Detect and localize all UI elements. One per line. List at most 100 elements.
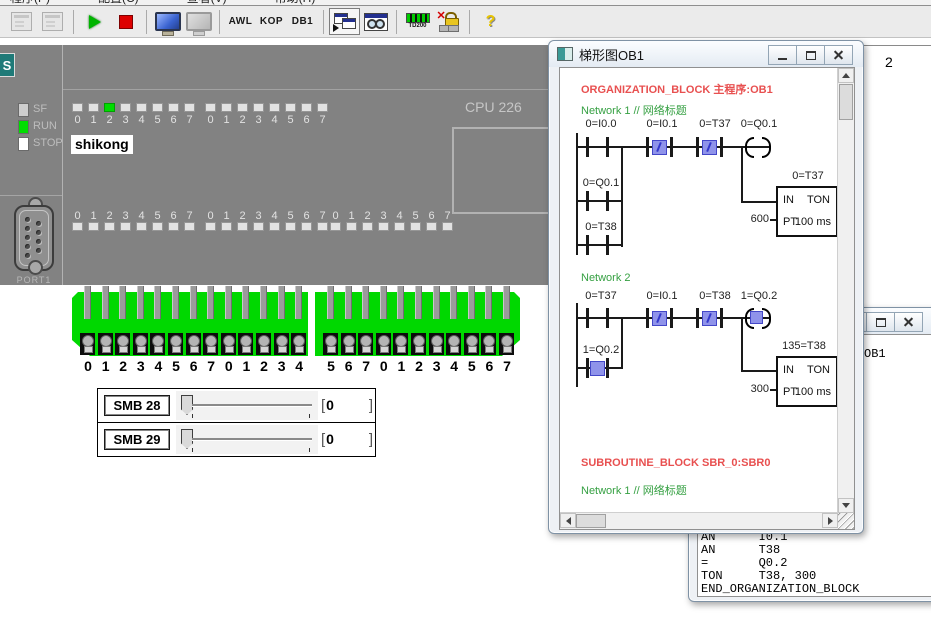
load-awl-button[interactable] (6, 8, 37, 35)
horizontal-scrollbar[interactable] (560, 512, 838, 529)
switch-lever[interactable] (433, 286, 440, 319)
smb29-slider[interactable] (176, 425, 318, 454)
help-button[interactable]: ? (475, 8, 506, 35)
maximize-button[interactable] (866, 312, 895, 332)
switch-lever[interactable] (225, 286, 232, 319)
input-switch[interactable]: 2 (411, 286, 427, 382)
switch-lever[interactable] (295, 286, 302, 319)
switch-lever[interactable] (102, 286, 109, 319)
toolbar-separator (219, 10, 220, 34)
led-numbers: 01234567 (72, 210, 202, 222)
smb-row: SMB 28 [ 0 ] (98, 389, 375, 422)
scroll-up-button[interactable] (838, 68, 854, 83)
terminal-lamp (221, 333, 236, 355)
slider-track[interactable] (192, 404, 312, 407)
scrollbar-thumb[interactable] (576, 514, 606, 528)
input-switch[interactable]: 3 (133, 286, 149, 382)
slider-track[interactable] (192, 438, 312, 441)
input-switch[interactable]: 4 (446, 286, 462, 382)
switch-lever[interactable] (84, 286, 91, 319)
input-switch[interactable]: 2 (256, 286, 272, 382)
io-led (378, 222, 389, 231)
input-switch[interactable]: 1 (238, 286, 254, 382)
input-switch[interactable]: 5 (168, 286, 184, 382)
lamp-base (137, 346, 146, 353)
switch-lever[interactable] (154, 286, 161, 319)
io-led-number: 5 (152, 210, 163, 222)
io-led-number: 4 (269, 210, 280, 222)
switch-lever[interactable] (278, 286, 285, 319)
switch-lever[interactable] (468, 286, 475, 319)
db1-view-button[interactable]: DB1 (287, 8, 318, 35)
input-switch[interactable]: 7 (358, 286, 374, 382)
close-button[interactable] (894, 312, 923, 332)
input-switch[interactable]: 3 (274, 286, 290, 382)
switch-lever[interactable] (260, 286, 267, 319)
terminal-lamp (341, 333, 356, 355)
switch-lever[interactable] (380, 286, 387, 319)
scroll-down-button[interactable] (838, 498, 854, 513)
switch-lever[interactable] (485, 286, 492, 319)
lamp-base (207, 346, 216, 353)
vertical-scrollbar[interactable] (837, 68, 854, 513)
switch-lever[interactable] (242, 286, 249, 319)
switch-number: 6 (341, 358, 357, 374)
switch-lever[interactable] (397, 286, 404, 319)
input-switch[interactable]: 7 (203, 286, 219, 382)
io-led (88, 103, 99, 112)
maximize-button[interactable] (796, 45, 825, 65)
stop-button[interactable] (110, 8, 141, 35)
input-switch[interactable]: 0 (221, 286, 237, 382)
switch-lever[interactable] (119, 286, 126, 319)
input-switch[interactable]: 4 (150, 286, 166, 382)
contact-label: 0=T37 (579, 290, 623, 302)
watch-window-button[interactable] (360, 8, 391, 35)
lock-button[interactable]: ✕ (433, 8, 464, 35)
switch-lever[interactable] (345, 286, 352, 319)
switch-lever[interactable] (503, 286, 510, 319)
monitor-off-button[interactable] (183, 8, 214, 35)
io-led (136, 103, 147, 112)
program-windows-button[interactable] (329, 8, 360, 35)
switch-lever[interactable] (137, 286, 144, 319)
input-switch[interactable]: 7 (499, 286, 515, 382)
input-switch[interactable]: 1 (393, 286, 409, 382)
input-switch[interactable]: 0 (376, 286, 392, 382)
input-switch[interactable]: 6 (341, 286, 357, 382)
run-button[interactable] (79, 8, 110, 35)
input-switch[interactable]: 0 (80, 286, 96, 382)
input-switch[interactable]: 2 (115, 286, 131, 382)
load-db1-button[interactable] (37, 8, 68, 35)
help-icon: ? (486, 13, 496, 31)
smb28-slider[interactable] (176, 391, 318, 420)
port-label: PORT1 (14, 275, 54, 285)
switch-lever[interactable] (415, 286, 422, 319)
monitor-on-button[interactable] (152, 8, 183, 35)
close-button[interactable] (824, 45, 853, 65)
io-led (221, 222, 232, 231)
switch-lever[interactable] (327, 286, 334, 319)
switch-lever[interactable] (172, 286, 179, 319)
input-switch[interactable]: 6 (186, 286, 202, 382)
input-switch[interactable]: 5 (464, 286, 480, 382)
kop-view-button[interactable]: KOP (256, 8, 287, 35)
scroll-right-button[interactable] (822, 513, 838, 528)
input-switch[interactable]: 5 (323, 286, 339, 382)
switch-lever[interactable] (362, 286, 369, 319)
monitor-color-icon (155, 12, 181, 31)
switch-lever[interactable] (207, 286, 214, 319)
td200-button[interactable]: TD200 (402, 8, 433, 35)
scrollbar-thumb[interactable] (839, 84, 853, 120)
minimize-button[interactable] (768, 45, 797, 65)
scroll-left-button[interactable] (560, 513, 576, 528)
io-led-number: 3 (120, 210, 131, 222)
input-switch[interactable]: 6 (481, 286, 497, 382)
input-switch[interactable]: 3 (429, 286, 445, 382)
awl-view-button[interactable]: AWL (225, 8, 256, 35)
input-switch[interactable]: 4 (291, 286, 307, 382)
input-switch[interactable]: 1 (98, 286, 114, 382)
switch-lever[interactable] (450, 286, 457, 319)
resize-grip[interactable] (838, 513, 854, 529)
switch-lever[interactable] (190, 286, 197, 319)
led-numbers: 01234567 (205, 114, 335, 126)
